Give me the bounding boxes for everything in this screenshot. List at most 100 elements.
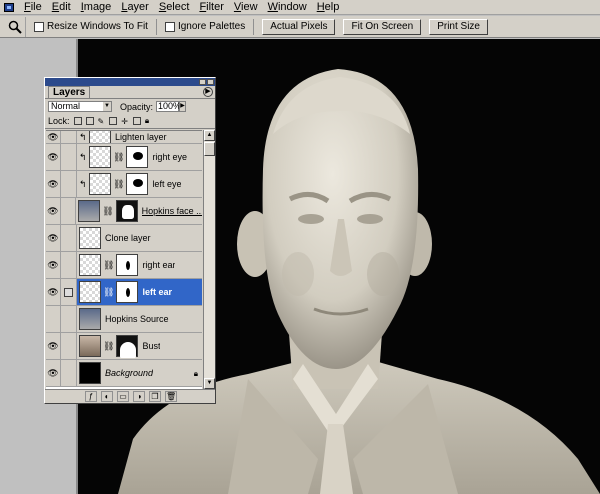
layer-mask-thumbnail[interactable]: [126, 173, 149, 195]
chain-link-icon[interactable]: ⛓︎: [103, 341, 114, 352]
palette-tabs: Layers ▶: [45, 86, 215, 99]
adjustment-layer-icon[interactable]: ◑: [133, 391, 145, 402]
print-size-button[interactable]: Print Size: [429, 18, 488, 35]
menu-edit[interactable]: Edit: [47, 0, 76, 15]
layer-row-clone[interactable]: 👁︎ Clone layer: [46, 225, 202, 252]
layer-row-right-ear[interactable]: 👁︎ ⛓︎ right ear: [46, 252, 202, 279]
blend-mode-select[interactable]: Normal ▼: [48, 101, 112, 112]
opacity-input[interactable]: 100%: [156, 101, 181, 112]
resize-windows-checkbox[interactable]: Resize Windows To Fit: [34, 21, 148, 32]
visibility-eye-icon[interactable]: 👁︎: [46, 225, 61, 251]
scroll-thumb[interactable]: [204, 142, 215, 156]
layer-mask-thumbnail[interactable]: [116, 254, 139, 276]
minimize-icon[interactable]: [199, 79, 206, 85]
lock-image-checkbox[interactable]: [85, 117, 94, 125]
opacity-slider-arrow-icon[interactable]: ▶: [179, 101, 187, 112]
palette-bottom-toolbar: ƒ ◐ ▭ ◑ ❐ 🗑︎: [45, 389, 215, 403]
layer-row-bust[interactable]: 👁︎ ⛓︎ Bust: [46, 333, 202, 360]
palette-menu-arrow-icon[interactable]: ▶: [203, 87, 213, 97]
layer-mask-thumbnail[interactable]: [126, 146, 149, 168]
brush-icon: ✎: [97, 116, 105, 126]
lock-transparency-checkbox[interactable]: [73, 117, 82, 125]
chain-link-icon[interactable]: ⛓︎: [113, 152, 124, 163]
layer-list: 👁︎ ↰ Lighten layer 👁︎ ↰ ⛓︎ right eye 👁︎ …: [46, 130, 202, 389]
layer-row-hopkins-face[interactable]: 👁︎ ⛓︎ Hopkins face ...: [46, 198, 202, 225]
menu-window[interactable]: Window: [263, 0, 312, 15]
resize-windows-label: Resize Windows To Fit: [47, 21, 148, 32]
visibility-eye-icon[interactable]: 👁︎: [46, 333, 61, 359]
zoom-tool-icon[interactable]: [4, 16, 26, 37]
chain-link-icon[interactable]: ⛓︎: [103, 260, 114, 271]
scroll-down-arrow-icon[interactable]: ▼: [204, 378, 215, 389]
layer-list-scrollbar[interactable]: ▲ ▼: [203, 130, 215, 389]
clip-arrow-icon: ↰: [79, 178, 87, 189]
clip-arrow-icon: ↰: [79, 131, 87, 142]
scroll-up-arrow-icon[interactable]: ▲: [204, 130, 215, 141]
layer-name: left eye: [152, 179, 182, 189]
menu-view[interactable]: View: [229, 0, 263, 15]
link-column[interactable]: [61, 252, 77, 278]
link-column[interactable]: [61, 360, 77, 386]
layer-row-left-eye[interactable]: 👁︎ ↰ ⛓︎ left eye: [46, 171, 202, 198]
layer-thumbnail: [79, 281, 101, 303]
visibility-eye-icon[interactable]: 👁︎: [46, 279, 61, 305]
visibility-eye-icon[interactable]: 👁︎: [46, 198, 61, 224]
chain-link-icon[interactable]: ⛓︎: [113, 179, 124, 190]
layer-row-right-eye[interactable]: 👁︎ ↰ ⛓︎ right eye: [46, 144, 202, 171]
link-column[interactable]: [61, 171, 77, 197]
layer-mask-thumbnail[interactable]: [116, 281, 139, 303]
chain-link-icon[interactable]: ⛓︎: [102, 206, 113, 217]
palette-title-bar[interactable]: [45, 78, 215, 86]
layers-palette[interactable]: Layers ▶ Normal ▼ Opacity: 100% ▶ Lock: …: [44, 77, 216, 404]
menu-file[interactable]: File: [19, 0, 47, 15]
chain-link-icon[interactable]: ⛓︎: [103, 287, 114, 298]
layer-name: Background: [105, 368, 154, 378]
link-column[interactable]: [61, 144, 77, 170]
menu-select[interactable]: Select: [154, 0, 195, 15]
layer-row-lighten[interactable]: 👁︎ ↰ Lighten layer: [46, 131, 202, 144]
layer-row-background[interactable]: 👁︎ Background 🔒︎: [46, 360, 202, 387]
layer-row-hopkins-source[interactable]: Hopkins Source: [46, 306, 202, 333]
link-column[interactable]: [61, 306, 77, 332]
menu-help[interactable]: Help: [312, 0, 345, 15]
link-column[interactable]: [61, 225, 77, 251]
fit-on-screen-button[interactable]: Fit On Screen: [343, 18, 422, 35]
close-icon[interactable]: [207, 79, 214, 85]
link-column[interactable]: [61, 333, 77, 359]
layer-thumbnail: [78, 200, 101, 222]
layer-row-left-ear[interactable]: 👁︎ ⛓︎ left ear: [46, 279, 202, 306]
link-column[interactable]: [61, 131, 77, 143]
add-mask-icon[interactable]: ◐: [101, 391, 113, 402]
layer-name: Hopkins Source: [105, 314, 169, 324]
layer-mask-thumbnail[interactable]: [115, 200, 138, 222]
blend-mode-value: Normal: [51, 101, 81, 111]
layer-style-icon[interactable]: ƒ: [85, 391, 97, 402]
menu-layer[interactable]: Layer: [116, 0, 154, 15]
trash-icon[interactable]: 🗑︎: [165, 391, 177, 402]
lock-icon: 🔒︎: [144, 116, 150, 125]
menu-filter[interactable]: Filter: [194, 0, 228, 15]
actual-pixels-button[interactable]: Actual Pixels: [262, 18, 336, 35]
layer-mask-thumbnail[interactable]: [116, 335, 139, 358]
visibility-eye-icon[interactable]: 👁︎: [46, 252, 61, 278]
visibility-eye-hidden[interactable]: [46, 306, 61, 332]
layer-name: Clone layer: [105, 233, 151, 243]
layer-thumbnail: [79, 308, 101, 330]
link-column[interactable]: [61, 198, 77, 224]
new-layer-icon[interactable]: ❐: [149, 391, 161, 402]
lock-position-checkbox[interactable]: [109, 117, 118, 125]
photoshop-app-icon[interactable]: [2, 1, 16, 14]
visibility-eye-icon[interactable]: 👁︎: [46, 360, 61, 386]
menu-image[interactable]: Image: [76, 0, 117, 15]
new-set-icon[interactable]: ▭: [117, 391, 129, 402]
lock-all-checkbox[interactable]: [132, 117, 141, 125]
visibility-eye-icon[interactable]: 👁︎: [46, 171, 61, 197]
visibility-eye-icon[interactable]: 👁︎: [46, 131, 61, 143]
visibility-eye-icon[interactable]: 👁︎: [46, 144, 61, 170]
link-column[interactable]: [61, 279, 77, 305]
tab-layers[interactable]: Layers: [48, 86, 91, 98]
layer-thumbnail: [89, 146, 111, 168]
chevron-down-icon: ▼: [103, 102, 111, 111]
lock-label: Lock:: [48, 116, 70, 126]
ignore-palettes-checkbox[interactable]: Ignore Palettes: [164, 21, 245, 32]
